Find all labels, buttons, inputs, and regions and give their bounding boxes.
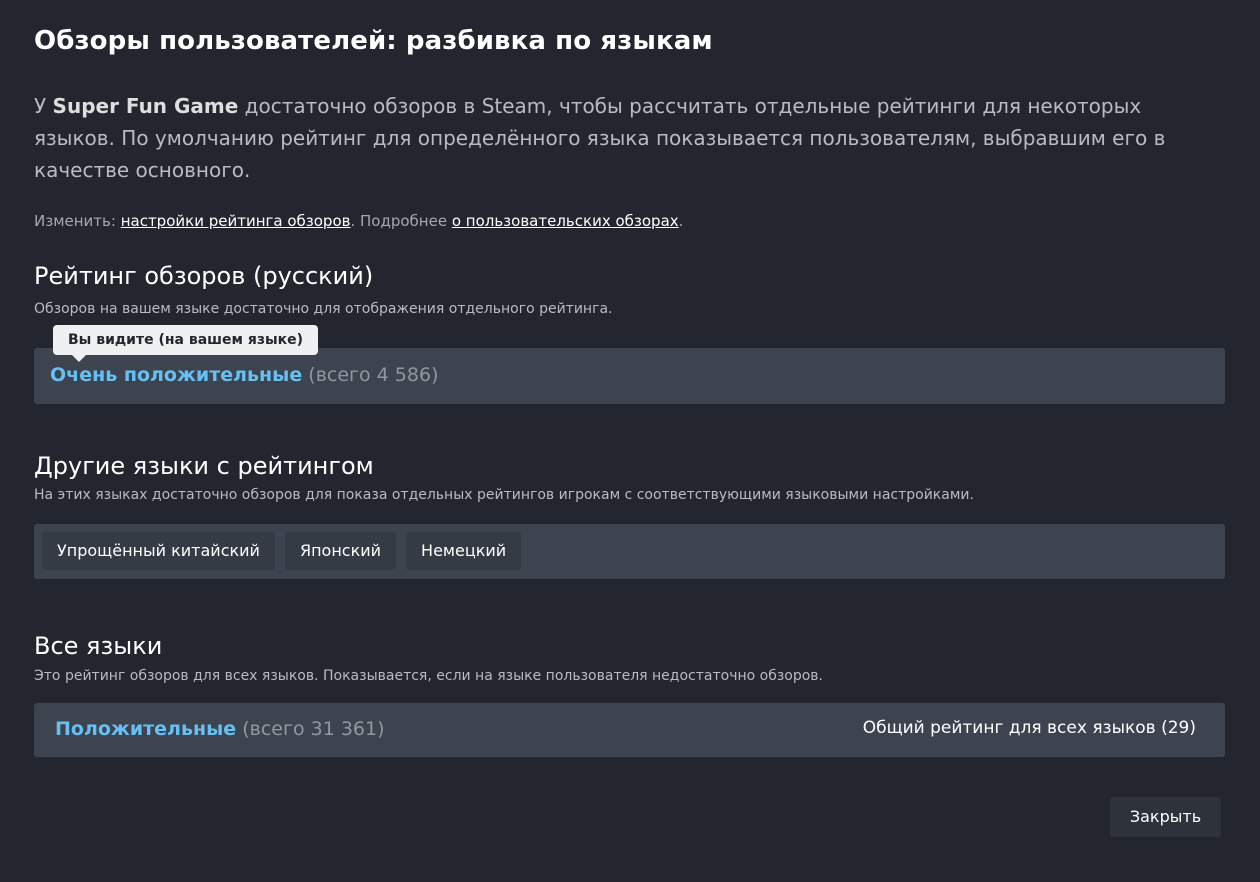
about-reviews-link[interactable]: о пользовательских обзорах: [452, 212, 679, 230]
your-language-subtitle: Обзоров на вашем языке достаточно для от…: [34, 301, 613, 317]
tooltip-arrow: [71, 354, 87, 362]
your-language-rating-count: (всего 4 586): [308, 364, 439, 386]
overall-rating-label: Общий рейтинг для всех языков (29): [862, 718, 1196, 738]
other-languages-heading: Другие языки с рейтингом: [34, 452, 374, 480]
all-languages-rating-count: (всего 31 361): [242, 718, 385, 740]
all-languages-subtitle: Это рейтинг обзоров для всех языков. Пок…: [34, 668, 823, 684]
dialog-title: Обзоры пользователей: разбивка по языкам: [34, 26, 713, 56]
change-suffix: .: [678, 212, 684, 230]
change-middle: . Подробнее: [350, 212, 452, 230]
language-chip-japanese[interactable]: Японский: [284, 532, 397, 570]
your-language-rating-label[interactable]: Очень положительные: [50, 364, 302, 386]
close-button[interactable]: Закрыть: [1110, 797, 1221, 837]
your-language-heading: Рейтинг обзоров (русский): [34, 262, 374, 290]
change-prefix: Изменить:: [34, 212, 121, 230]
language-chip-chinese[interactable]: Упрощённый китайский: [42, 532, 275, 570]
you-see-tooltip: Вы видите (на вашем языке): [53, 325, 319, 362]
change-settings-line: Изменить: настройки рейтинга обзоров. По…: [34, 212, 683, 230]
all-languages-rating: Положительные (всего 31 361): [55, 718, 385, 740]
language-chip-german[interactable]: Немецкий: [406, 532, 522, 570]
intro-text: У Super Fun Game достаточно обзоров в St…: [34, 90, 1214, 186]
intro-prefix: У: [34, 94, 53, 118]
review-language-dialog: Обзоры пользователей: разбивка по языкам…: [0, 0, 1260, 882]
tooltip-text: Вы видите (на вашем языке): [68, 332, 304, 348]
your-language-rating-panel: Очень положительные (всего 4 586): [34, 348, 1225, 404]
language-chip-list: Упрощённый китайский Японский Немецкий: [42, 532, 522, 570]
review-settings-link[interactable]: настройки рейтинга обзоров: [121, 212, 351, 230]
other-languages-subtitle: На этих языках достаточно обзоров для по…: [34, 487, 974, 503]
all-languages-rating-label[interactable]: Положительные: [55, 718, 236, 740]
your-language-rating: Очень положительные (всего 4 586): [50, 364, 438, 386]
all-languages-heading: Все языки: [34, 632, 163, 660]
game-name: Super Fun Game: [52, 94, 239, 118]
